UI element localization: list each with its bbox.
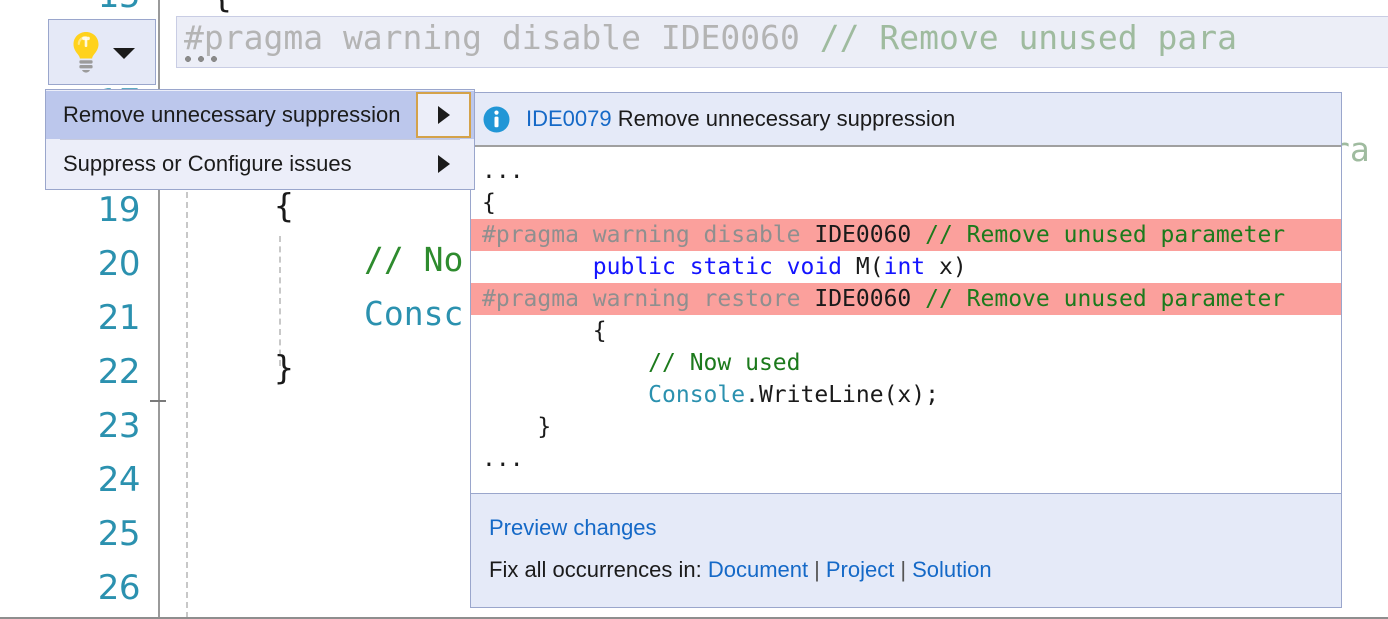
code-token: public static void	[593, 254, 856, 280]
visual-studio-editor-screen: 15 16 17 18 19 20 21 22 23 24 25 26 { #p…	[0, 0, 1388, 619]
indent-guide	[186, 182, 188, 618]
line-number: 15	[20, 0, 140, 14]
code-token: // Remove unused parameter	[925, 222, 1285, 248]
code-token: IDE0060	[814, 222, 925, 248]
line-number: 22	[20, 354, 140, 390]
submenu-expand-button[interactable]	[416, 92, 471, 138]
code-token: x)	[925, 254, 967, 280]
quick-actions-menu[interactable]: Remove unnecessary suppression Suppress …	[45, 89, 475, 190]
fix-all-label: Fix all occurrences in:	[489, 557, 702, 582]
preview-removed-line: #pragma warning restore IDE0060 // Remov…	[471, 283, 1341, 315]
quick-actions-preview-flyout: IDE0079 Remove unnecessary suppression .…	[470, 92, 1342, 608]
menu-item-label: Suppress or Configure issues	[46, 151, 416, 177]
preview-code-line: ...	[471, 443, 1341, 475]
line-number: 21	[20, 300, 140, 336]
fix-all-separator-1: |	[808, 557, 826, 582]
code-line-15: {	[212, 0, 232, 16]
code-token: #pragma warning disable	[482, 222, 814, 248]
code-token	[482, 350, 648, 376]
preview-code-line: Console.WriteLine(x);	[471, 379, 1341, 411]
fix-all-row: Fix all occurrences in: Document|Project…	[489, 549, 1341, 591]
code-token: }	[482, 414, 551, 440]
fix-all-project-link[interactable]: Project	[826, 557, 894, 582]
code-token: #pragma warning restore	[482, 286, 814, 312]
code-token	[482, 382, 648, 408]
diagnostic-title: Remove unnecessary suppression	[618, 106, 956, 131]
submenu-expand-button[interactable]	[416, 141, 471, 187]
code-token: Console	[648, 382, 745, 408]
preview-footer: Preview changes Fix all occurrences in: …	[471, 493, 1341, 607]
code-token: IDE0060	[814, 286, 925, 312]
menu-item-remove-unnecessary-suppression[interactable]: Remove unnecessary suppression	[46, 91, 474, 139]
code-line-22: }	[274, 348, 294, 388]
line-number: 26	[20, 570, 140, 606]
code-token: ...	[482, 446, 524, 472]
chevron-down-icon	[113, 48, 135, 59]
code-token: {	[482, 318, 607, 344]
preview-code-line: public static void M(int x)	[471, 251, 1341, 283]
code-token	[482, 254, 593, 280]
preview-code-line: {	[471, 315, 1341, 347]
code-token: // Remove unused parameter	[925, 286, 1285, 312]
indent-guide	[279, 236, 281, 366]
code-line-21: Consc	[364, 294, 463, 334]
lightbulb-icon	[69, 30, 103, 74]
code-token: M(	[856, 254, 884, 280]
line-number: 23	[20, 408, 140, 444]
info-icon	[483, 106, 510, 133]
code-line-20: // No	[364, 240, 463, 280]
line-number: 19	[20, 192, 140, 228]
code-line-16: #pragma warning disable IDE0060 // Remov…	[184, 18, 1237, 58]
chevron-right-icon	[438, 155, 450, 173]
line-number: 24	[20, 462, 140, 498]
code-line-16-comment: // Remove unused para	[820, 18, 1237, 57]
code-token: // Now used	[648, 350, 800, 376]
code-token: int	[884, 254, 926, 280]
chevron-right-icon	[438, 106, 450, 124]
code-token: {	[482, 190, 496, 216]
line-number: 25	[20, 516, 140, 552]
preview-code-line: // Now used	[471, 347, 1341, 379]
code-line-16-pragma: #pragma warning disable IDE0060	[184, 18, 820, 57]
preview-code-line: {	[471, 187, 1341, 219]
code-token: .WriteLine(x);	[745, 382, 939, 408]
preview-removed-line: #pragma warning disable IDE0060 // Remov…	[471, 219, 1341, 251]
menu-item-suppress-or-configure-issues[interactable]: Suppress or Configure issues	[46, 140, 474, 188]
quick-actions-lightbulb-button[interactable]	[48, 19, 156, 85]
preview-header-title: IDE0079 Remove unnecessary suppression	[526, 106, 955, 132]
code-line-19: {	[274, 186, 294, 226]
preview-header: IDE0079 Remove unnecessary suppression	[471, 93, 1341, 147]
code-token: ...	[482, 158, 524, 184]
fix-all-separator-2: |	[894, 557, 912, 582]
preview-code-line: }	[471, 411, 1341, 443]
line-number: 20	[20, 246, 140, 282]
preview-code-line: ...	[471, 155, 1341, 187]
menu-item-label: Remove unnecessary suppression	[46, 102, 416, 128]
fix-all-document-link[interactable]: Document	[708, 557, 808, 582]
diagnostic-id: IDE0079	[526, 106, 612, 131]
fix-all-solution-link[interactable]: Solution	[912, 557, 992, 582]
preview-changes-row: Preview changes	[489, 507, 1341, 549]
preview-code-diff: ... { #pragma warning disable IDE0060 // R…	[471, 147, 1341, 493]
preview-changes-link[interactable]: Preview changes	[489, 515, 657, 540]
